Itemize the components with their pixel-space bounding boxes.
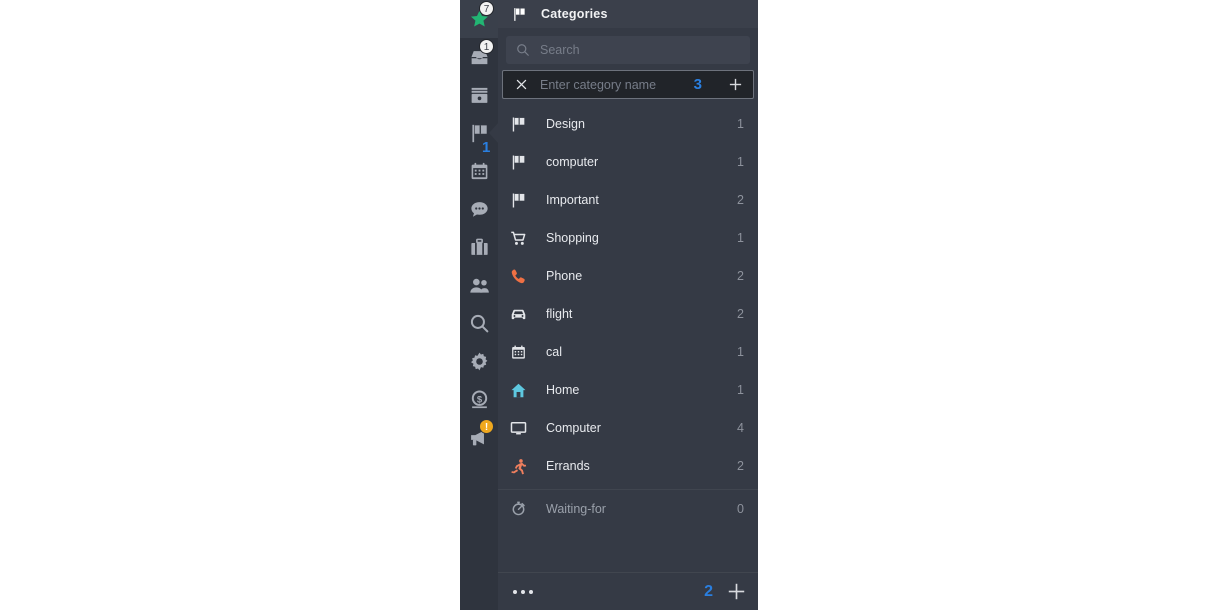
app-icon-rail: 7 1 1 $! [460,0,498,610]
rail-item-search[interactable] [460,304,498,342]
close-icon[interactable] [515,78,528,91]
category-label: flight [546,307,573,321]
category-count: 2 [737,307,744,321]
category-row[interactable]: Important 2 [498,181,758,219]
rail-badge: ! [479,419,494,434]
category-row[interactable]: Errands 2 [498,447,758,485]
rail-item-gear[interactable] [460,342,498,380]
car-icon [510,306,530,323]
category-label: Errands [546,459,590,473]
flag-icon [510,116,530,133]
cart-icon [510,230,530,247]
search-icon [469,313,490,334]
rail-item-megaphone[interactable]: ! [460,418,498,456]
category-row[interactable]: Home 1 [498,371,758,409]
dollar-icon: $ [469,389,490,410]
home-icon [510,382,530,399]
rail-item-calendar[interactable] [460,152,498,190]
rail-item-briefcase[interactable] [460,228,498,266]
category-row[interactable]: cal 1 [498,333,758,371]
flag-icon [510,154,530,171]
active-pointer [489,123,498,143]
rail-item-dollar[interactable]: $ [460,380,498,418]
flag-icon [510,192,530,209]
new-category-field[interactable]: Enter category name 3 [502,70,754,99]
annotation-marker-3: 3 [693,76,702,93]
gear-icon [469,351,490,372]
category-label: computer [546,155,599,169]
category-count: 1 [737,345,744,359]
category-count: 1 [737,231,744,245]
search-placeholder: Search [540,43,580,57]
svg-text:$: $ [476,394,482,405]
new-category-section: Enter category name 3 [498,70,758,99]
rail-badge: 1 [479,39,494,54]
panel-header: Categories [498,0,758,28]
category-count: 1 [737,117,744,131]
monitor-icon [510,420,530,437]
stopwatch-icon [510,500,530,517]
add-category-confirm-button[interactable] [728,77,743,92]
categories-panel-window: 7 1 1 $! Categories Search Enter category n… [460,0,758,610]
phone-icon [510,268,530,285]
ellipsis-icon[interactable] [512,588,534,596]
briefcase-icon [469,237,490,258]
panel-footer: 2 [498,572,758,610]
category-row[interactable]: Computer 4 [498,409,758,447]
flag-icon [512,7,527,22]
calendar-icon [469,161,490,182]
category-list: Design 1 computer 1 Important 2 Shopping 1 Phone… [498,99,758,572]
search-input[interactable]: Search [506,36,750,64]
rail-item-star[interactable]: 7 [460,0,498,38]
new-category-placeholder: Enter category name [540,77,657,92]
rail-item-contacts[interactable] [460,266,498,304]
category-count: 2 [737,459,744,473]
category-count: 2 [737,193,744,207]
category-count: 1 [737,383,744,397]
rail-item-inbox[interactable]: 1 [460,38,498,76]
category-count: 0 [737,501,744,516]
runner-icon [510,458,530,475]
category-row[interactable]: Phone 2 [498,257,758,295]
category-label: cal [546,345,562,359]
rail-badge: 7 [479,1,494,16]
chat-icon [469,199,490,220]
annotation-marker-1: 1 [482,139,491,156]
category-count: 4 [737,421,744,435]
category-label: Computer [546,421,601,435]
rail-item-archive[interactable] [460,76,498,114]
contacts-icon [469,275,490,296]
archive-icon [469,85,490,106]
category-label: Home [546,383,580,397]
category-row[interactable]: Design 1 [498,105,758,143]
rail-item-chat[interactable] [460,190,498,228]
annotation-marker-2: 2 [704,582,713,600]
category-row[interactable]: flight 2 [498,295,758,333]
category-row[interactable]: Waiting-for 0 [498,489,758,527]
search-icon [516,43,530,57]
category-label: Waiting-for [546,501,606,516]
page-title: Categories [541,7,608,21]
category-label: Phone [546,269,583,283]
category-label: Important [546,193,599,207]
add-category-button[interactable] [727,582,746,601]
category-label: Shopping [546,231,599,245]
categories-panel: Categories Search Enter category name 3 [498,0,758,610]
category-count: 2 [737,269,744,283]
category-count: 1 [737,155,744,169]
rail-item-flag[interactable]: 1 [460,114,498,156]
category-row[interactable]: Shopping 1 [498,219,758,257]
search-section: Search [498,28,758,70]
category-label: Design [546,117,585,131]
calendar-icon [510,344,530,361]
category-row[interactable]: computer 1 [498,143,758,181]
